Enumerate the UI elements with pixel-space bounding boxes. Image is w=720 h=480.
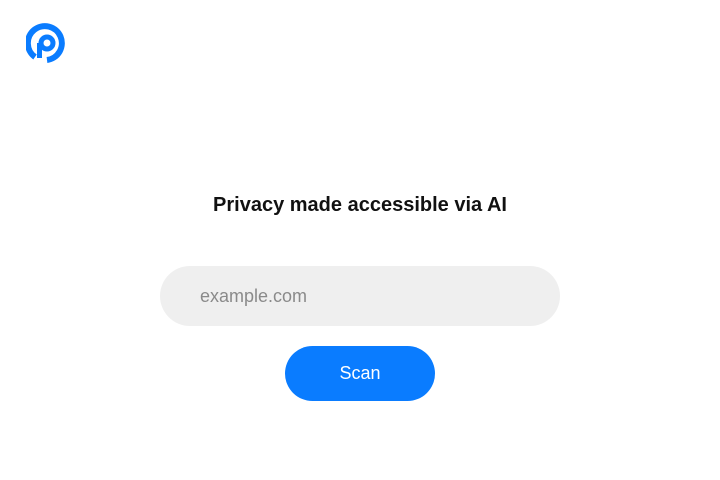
- p-logo-icon[interactable]: [26, 22, 68, 64]
- domain-search-input[interactable]: [160, 266, 560, 326]
- scan-button[interactable]: Scan: [285, 346, 435, 401]
- page-headline: Privacy made accessible via AI: [213, 194, 507, 216]
